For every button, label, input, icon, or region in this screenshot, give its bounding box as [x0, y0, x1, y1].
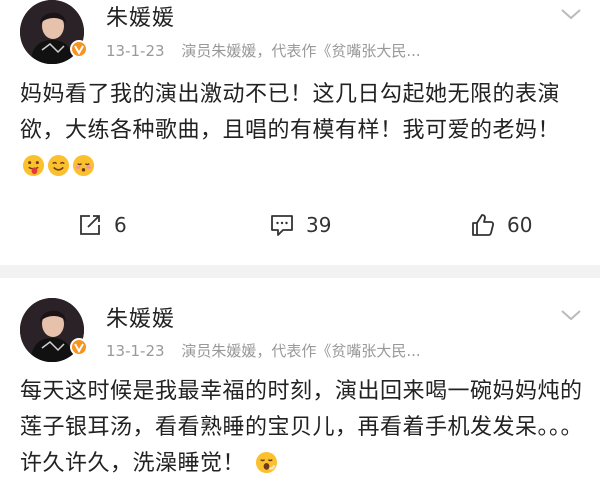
verified-badge-icon [70, 338, 88, 356]
weibo-post: 朱媛媛 13-1-23 演员朱媛媛，代表作《贫嘴张大民... 妈妈看了我的演出激… [0, 0, 600, 265]
comment-icon [271, 215, 293, 236]
yawn-face-emoji [255, 451, 277, 474]
blush-face-emoji [72, 154, 95, 177]
user-description: 演员朱媛媛，代表作《贫嘴张大民... [181, 42, 421, 60]
post-text: 妈妈看了我的演出激动不已！这几日勾起她无限的表演欲，大练各种歌曲，且唱的有模有样… [20, 82, 561, 143]
user-name[interactable]: 朱媛媛 [106, 0, 175, 32]
like-button[interactable]: 60 [469, 205, 532, 245]
like-count: 60 [507, 213, 533, 237]
thumbs-up-icon [472, 214, 495, 236]
repost-count: 6 [114, 213, 127, 237]
post-separator [0, 265, 600, 278]
repost-icon [80, 215, 100, 235]
post-content: 妈妈看了我的演出激动不已！这几日勾起她无限的表演欲，大练各种歌曲，且唱的有模有样… [20, 77, 590, 185]
weibo-post: 朱媛媛 13-1-23 演员朱媛媛，代表作《贫嘴张大民... 每天这时候是我最幸… [0, 278, 600, 490]
post-actions: 6 39 60 [0, 205, 600, 245]
repost-button[interactable]: 6 [76, 205, 127, 245]
chevron-down-icon[interactable] [560, 7, 582, 21]
post-time: 13-1-23 [106, 42, 165, 60]
post-meta: 13-1-23 演员朱媛媛，代表作《贫嘴张大民... [106, 340, 421, 361]
post-meta: 13-1-23 演员朱媛媛，代表作《贫嘴张大民... [106, 40, 421, 61]
user-name[interactable]: 朱媛媛 [106, 301, 175, 333]
comment-button[interactable]: 39 [268, 205, 331, 245]
post-time: 13-1-23 [106, 342, 165, 360]
verified-badge-icon [70, 40, 88, 58]
post-text: 每天这时候是我最幸福的时刻，演出回来喝一碗妈妈炖的莲子银耳汤，看看熟睡的宝贝儿，… [20, 379, 584, 476]
post-content: 每天这时候是我最幸福的时刻，演出回来喝一碗妈妈炖的莲子银耳汤，看看熟睡的宝贝儿，… [20, 374, 590, 482]
smile-face-emoji [47, 154, 70, 177]
tongue-face-emoji [22, 154, 45, 177]
comment-count: 39 [306, 213, 332, 237]
chevron-down-icon[interactable] [560, 308, 582, 322]
user-description: 演员朱媛媛，代表作《贫嘴张大民... [181, 342, 421, 360]
